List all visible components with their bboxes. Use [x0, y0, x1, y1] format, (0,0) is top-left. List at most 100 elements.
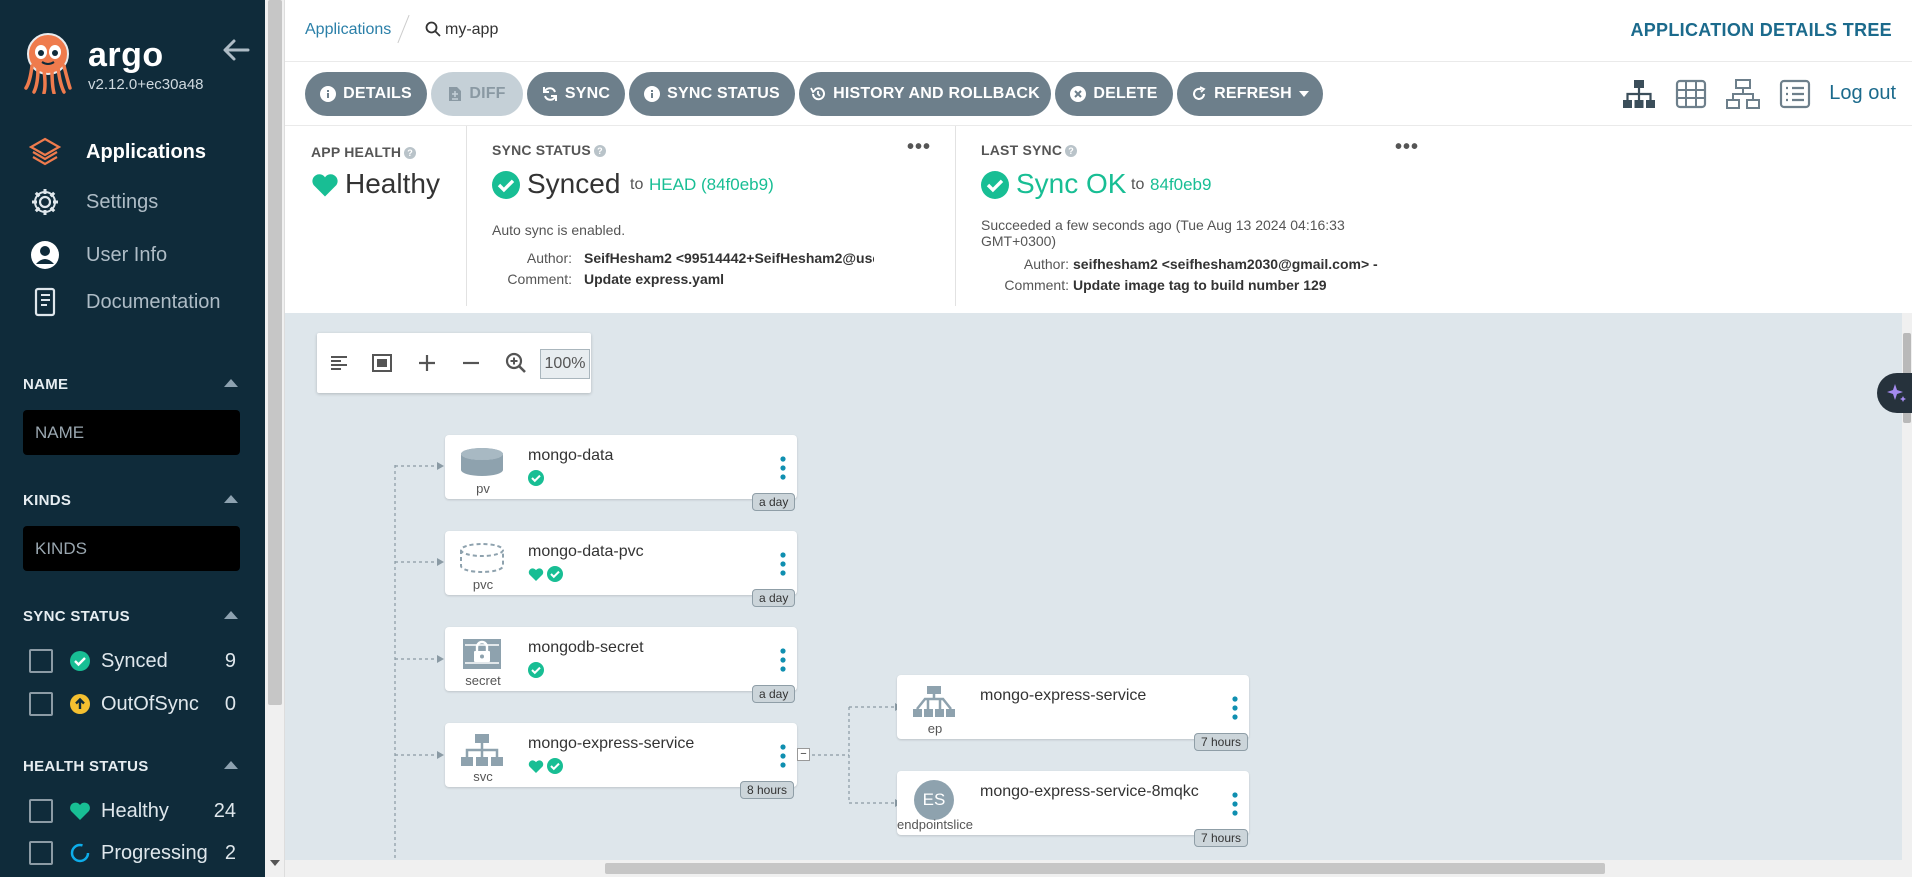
sync-author-key: Author: [526, 250, 572, 266]
delete-button-label: DELETE [1093, 85, 1158, 102]
health-filter-healthy[interactable]: Healthy 24 [29, 798, 236, 824]
kinds-filter-collapse-icon[interactable] [224, 495, 238, 503]
nav-applications[interactable]: Applications [28, 132, 206, 172]
name-filter-input[interactable] [23, 410, 240, 455]
chevron-down-icon[interactable] [1298, 90, 1309, 98]
nav-documentation[interactable]: Documentation [28, 282, 221, 322]
last-sync-revision-link[interactable]: 84f0eb9 [1150, 175, 1211, 195]
sync-author-value: SeifHesham2 <99514442+SeifHesham2@users.… [584, 250, 874, 266]
kebab-menu-icon[interactable] [777, 743, 789, 769]
nav-applications-label: Applications [86, 140, 207, 163]
last-sync-more-icon[interactable]: ••• [1395, 136, 1419, 159]
details-button-label: DETAILS [343, 85, 412, 102]
canvas-horizontal-scrollbar-thumb[interactable] [605, 863, 1605, 874]
pods-grid-view-icon[interactable] [1673, 78, 1709, 110]
kinds-filter-input[interactable] [23, 526, 240, 571]
page-scrollbar-thumb[interactable] [268, 0, 282, 705]
sync-filter-synced[interactable]: Synced 9 [29, 648, 236, 674]
out-of-sync-label: OutOfSync [101, 692, 199, 715]
sync-button-label: SYNC [564, 85, 611, 102]
name-filter-collapse-icon[interactable] [224, 379, 238, 387]
collapse-sidebar-arrow-icon[interactable] [222, 38, 250, 62]
history-and-rollback-button[interactable]: HISTORY AND ROLLBACK [799, 72, 1051, 116]
resource-node-mongo-express-service-8mqkc[interactable]: ES endpointslice mongo-express-service-8… [897, 771, 1249, 835]
sync-status-button[interactable]: SYNC STATUS [629, 72, 795, 116]
page-scrollbar[interactable] [265, 0, 285, 877]
gear-icon [28, 185, 62, 219]
synced-check-icon [492, 171, 520, 199]
nav-user-info[interactable]: User Info [28, 235, 167, 275]
canvas-horizontal-scrollbar[interactable] [285, 860, 1912, 877]
resource-node-mongo-data[interactable]: pv mongo-data [445, 435, 797, 499]
resource-name: mongodb-secret [528, 639, 644, 656]
help-icon[interactable]: ? [1065, 145, 1078, 158]
sync-to-label: to [630, 176, 644, 193]
help-icon[interactable]: ? [593, 145, 606, 158]
kebab-menu-icon[interactable] [777, 551, 789, 577]
service-network-icon [457, 733, 507, 767]
sync-revision-link[interactable]: HEAD (84f0eb9) [649, 175, 774, 195]
logout-link[interactable]: Log out [1829, 82, 1896, 105]
progressing-checkbox[interactable] [29, 841, 53, 865]
breadcrumb-separator [397, 14, 410, 44]
kebab-menu-icon[interactable] [777, 455, 789, 481]
details-button[interactable]: DETAILS [305, 72, 427, 116]
synced-check-icon [528, 470, 544, 486]
search-icon[interactable] [425, 21, 441, 37]
synced-check-icon [547, 758, 563, 774]
synced-check-icon [528, 662, 544, 678]
health-filter-progressing[interactable]: Progressing 2 [29, 840, 236, 866]
nav-settings[interactable]: Settings [28, 182, 158, 222]
health-status-filter-collapse-icon[interactable] [224, 761, 238, 769]
action-toolbar: DETAILS DIFF SYNC SYNC STATUS HISTORY AN… [285, 62, 1912, 126]
scroll-down-arrow-icon[interactable] [270, 860, 280, 866]
endpointslice-badge-text: ES [914, 780, 954, 820]
resource-name: mongo-data [528, 447, 614, 464]
refresh-button-label: REFRESH [1214, 85, 1292, 102]
tree-view-icon[interactable] [1621, 78, 1657, 110]
sync-filter-out-of-sync[interactable]: OutOfSync 0 [29, 691, 236, 717]
auto-sync-text: Auto sync is enabled. [492, 222, 626, 238]
heart-icon [528, 567, 544, 581]
persistent-volume-claim-icon [457, 541, 507, 575]
refresh-button[interactable]: REFRESH [1177, 72, 1323, 116]
resource-kind: endpointslice [897, 817, 973, 832]
kebab-menu-icon[interactable] [1229, 695, 1241, 721]
last-sync-author-key: Author: [1023, 256, 1069, 272]
synced-checkbox[interactable] [29, 649, 53, 673]
app-status-panel: APP HEALTH? Healthy SYNC STATUS? ••• Syn… [285, 126, 1912, 313]
progressing-count: 2 [224, 841, 236, 864]
kebab-menu-icon[interactable] [1229, 791, 1241, 817]
healthy-checkbox[interactable] [29, 799, 53, 823]
out-of-sync-checkbox[interactable] [29, 692, 53, 716]
sync-status-more-icon[interactable]: ••• [907, 136, 931, 159]
sync-status-filter-collapse-icon[interactable] [224, 611, 238, 619]
resource-age-badge: 7 hours [1194, 829, 1249, 847]
app-health-value: Healthy [345, 168, 440, 199]
delete-button[interactable]: DELETE [1055, 72, 1173, 116]
resource-node-mongo-express-service[interactable]: svc mongo-express-service [445, 723, 797, 787]
breadcrumb-applications[interactable]: Applications [305, 21, 391, 39]
argo-octopus-logo [24, 33, 72, 94]
resource-node-mongo-data-pvc[interactable]: pvc mongo-data-pvc [445, 531, 797, 595]
last-sync-label: LAST SYNC? [981, 142, 1078, 158]
history-icon [810, 87, 826, 101]
resource-node-mongo-express-service-endpoints[interactable]: ep mongo-express-service [897, 675, 1249, 739]
help-icon[interactable]: ? [404, 147, 417, 160]
ai-assistant-sparkle-icon[interactable] [1877, 373, 1912, 413]
network-view-icon[interactable] [1725, 78, 1761, 110]
sync-button[interactable]: SYNC [527, 72, 625, 116]
breadcrumb-app-name[interactable]: my-app [445, 21, 498, 39]
synced-count: 9 [224, 649, 236, 672]
resource-tree-canvas[interactable]: 100% pv mongo-data a day pvc mongo-data-… [285, 313, 1902, 860]
nav-settings-label: Settings [86, 190, 159, 213]
collapse-children-icon[interactable]: − [797, 748, 810, 761]
page-title: APPLICATION DETAILS TREE [1630, 20, 1892, 40]
resource-status [528, 661, 544, 679]
list-view-icon[interactable] [1777, 78, 1813, 110]
kebab-menu-icon[interactable] [777, 647, 789, 673]
resource-node-mongodb-secret[interactable]: secret mongodb-secret [445, 627, 797, 691]
sync-comment-key: Comment: [507, 271, 572, 287]
diff-button[interactable]: DIFF [431, 72, 523, 116]
name-filter-title: NAME [23, 376, 69, 393]
